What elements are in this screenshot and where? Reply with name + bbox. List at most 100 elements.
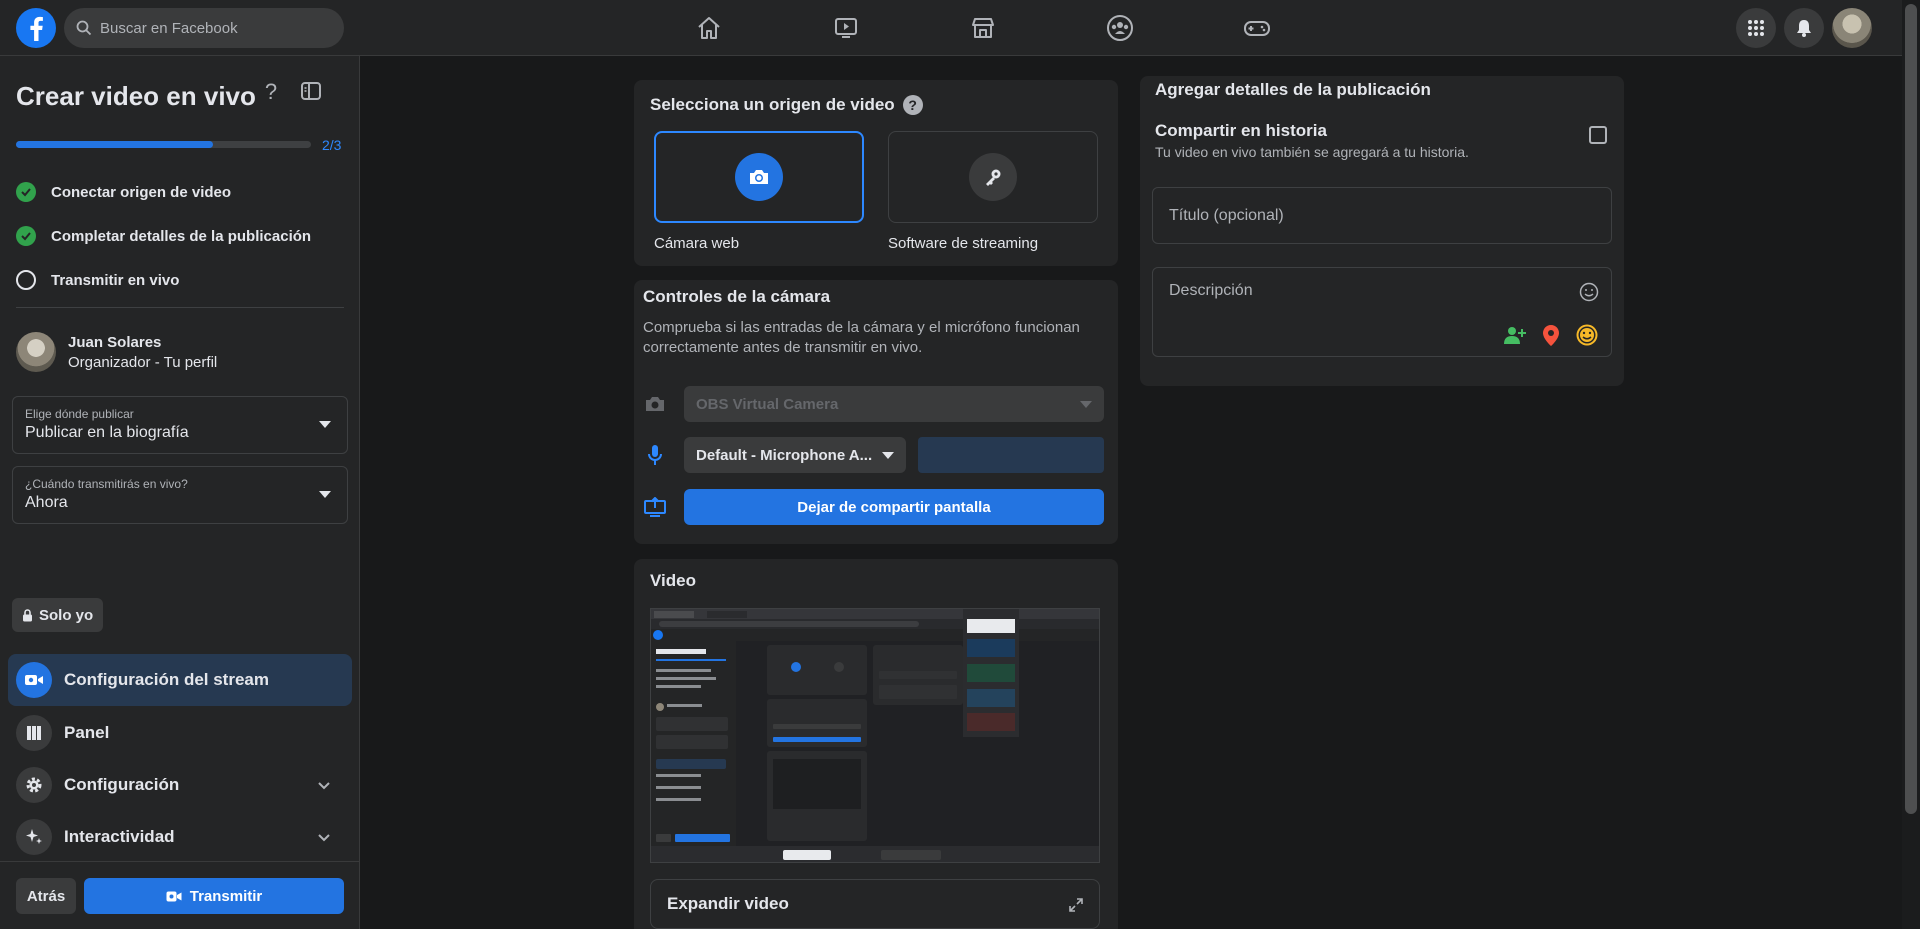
- live-camera-icon: [16, 662, 52, 698]
- camera-description: Comprueba si las entradas de la cámara y…: [643, 319, 1080, 356]
- step-item: Transmitir en vivo: [16, 258, 311, 302]
- source-option-streaming-software[interactable]: [888, 131, 1098, 223]
- when-to-stream-select[interactable]: ¿Cuándo transmitirás en vivo? Ahora: [12, 466, 348, 524]
- menu-stream-settings[interactable]: Configuración del stream: [8, 654, 352, 706]
- emoji-outline-icon[interactable]: [1579, 282, 1599, 302]
- home-icon[interactable]: [640, 0, 777, 56]
- checkmark-icon: [16, 182, 36, 202]
- microphone-level-meter: [918, 437, 1104, 473]
- description-field[interactable]: Descripción: [1152, 267, 1612, 357]
- camera-row: OBS Virtual Camera: [643, 386, 1104, 422]
- empty-circle-icon: [16, 270, 36, 290]
- share-to-story: Compartir en historia Tu video en vivo t…: [1155, 121, 1469, 160]
- microphone-select[interactable]: Default - Microphone A...: [684, 437, 906, 473]
- caret-down-icon: [319, 491, 331, 498]
- feeling-icon[interactable]: [1575, 323, 1599, 347]
- chevron-down-icon: [316, 777, 332, 793]
- caret-down-icon: [882, 452, 894, 459]
- share-to-story-checkbox[interactable]: [1589, 126, 1607, 144]
- expand-icon: [1069, 898, 1083, 912]
- microphone-icon: [643, 443, 667, 467]
- camera-select[interactable]: OBS Virtual Camera: [684, 386, 1104, 422]
- profile-avatar[interactable]: [1832, 8, 1872, 48]
- scrollbar-thumb[interactable]: [1905, 4, 1917, 814]
- caret-down-icon: [319, 421, 331, 428]
- source-label: Software de streaming: [888, 235, 1039, 252]
- checkmark-icon: [16, 226, 36, 246]
- page-scrollbar[interactable]: [1902, 0, 1920, 929]
- back-button[interactable]: Atrás: [16, 878, 76, 914]
- stream-button-label: Transmitir: [189, 887, 263, 905]
- card-title: Video: [650, 571, 696, 590]
- search-input[interactable]: [100, 19, 320, 37]
- dashboard-icon: [16, 715, 52, 751]
- camera-select-value: OBS Virtual Camera: [696, 395, 839, 413]
- select-label: ¿Cuándo transmitirás en vivo?: [25, 477, 188, 491]
- select-label: Elige dónde publicar: [25, 407, 134, 421]
- help-icon[interactable]: ?: [257, 78, 285, 106]
- camera-icon: [643, 392, 667, 416]
- notifications-icon[interactable]: [1784, 8, 1824, 48]
- select-value: Ahora: [25, 494, 68, 511]
- search-bar[interactable]: [64, 8, 344, 48]
- camera-icon: [735, 153, 783, 201]
- caret-down-icon: [1080, 401, 1092, 408]
- menu-grid-icon[interactable]: [1736, 8, 1776, 48]
- collapse-sidebar-icon[interactable]: [300, 80, 324, 104]
- live-sidebar: Crear video en vivo ? 2/3 Conectar orige…: [0, 56, 360, 929]
- facebook-logo-icon[interactable]: [16, 8, 56, 48]
- groups-icon[interactable]: [1051, 0, 1188, 56]
- story-subtitle: Tu video en vivo también se agregará a t…: [1155, 144, 1469, 160]
- user-info: Juan Solares Organizador - Tu perfil: [16, 332, 217, 372]
- sidebar-footer: Atrás Transmitir: [0, 861, 360, 929]
- live-camera-icon: [166, 890, 182, 903]
- title-field[interactable]: Título (opcional): [1152, 187, 1612, 244]
- divider: [16, 307, 344, 308]
- sparkle-icon: [16, 819, 52, 855]
- title-placeholder: Título (opcional): [1169, 206, 1284, 224]
- stream-button[interactable]: Transmitir: [84, 878, 344, 914]
- card-title: Controles de la cámara: [643, 287, 831, 306]
- stop-sharing-button[interactable]: Dejar de compartir pantalla: [684, 489, 1104, 525]
- expand-video-button[interactable]: Expandir video: [650, 879, 1100, 929]
- marketplace-icon[interactable]: [914, 0, 1051, 56]
- progress-fill: [16, 141, 213, 148]
- help-icon[interactable]: ?: [902, 95, 923, 115]
- step-label: Conectar origen de video: [51, 183, 232, 201]
- video-source-card: Selecciona un origen de video ? Cámara w…: [634, 80, 1118, 266]
- story-title: Compartir en historia: [1155, 121, 1327, 140]
- user-role: Organizador - Tu perfil: [68, 353, 218, 371]
- post-details-card: Agregar detalles de la publicación Compa…: [1140, 76, 1624, 386]
- description-placeholder: Descripción: [1169, 282, 1253, 299]
- step-item: Conectar origen de video: [16, 170, 311, 214]
- step-item: Completar detalles de la publicación: [16, 214, 311, 258]
- gear-icon: [16, 767, 52, 803]
- microphone-select-value: Default - Microphone A...: [696, 446, 873, 464]
- user-name: Juan Solares: [68, 333, 162, 351]
- menu-label: Configuración: [64, 775, 180, 794]
- menu-settings[interactable]: Configuración: [8, 759, 352, 811]
- screen-share-row: Dejar de compartir pantalla: [643, 489, 1104, 525]
- menu-label: Interactividad: [64, 827, 175, 846]
- menu-label: Configuración del stream: [64, 670, 269, 689]
- microphone-row: Default - Microphone A...: [643, 437, 1104, 473]
- location-icon[interactable]: [1539, 323, 1563, 347]
- description-actions: [1503, 323, 1599, 347]
- expand-video-label: Expandir video: [667, 894, 789, 913]
- privacy-button[interactable]: Solo yo: [12, 598, 104, 632]
- step-label: Transmitir en vivo: [51, 271, 180, 289]
- camera-controls-card: Controles de la cámara Comprueba si las …: [634, 280, 1118, 544]
- screen-capture-thumbnail: [651, 609, 1099, 862]
- menu-dashboard[interactable]: Panel: [8, 707, 352, 759]
- search-icon: [76, 20, 92, 36]
- main-nav: [640, 0, 1325, 56]
- menu-label: Panel: [64, 723, 110, 742]
- where-to-post-select[interactable]: Elige dónde publicar Publicar en la biog…: [12, 396, 348, 454]
- top-navigation-bar: [0, 0, 1902, 56]
- watch-icon[interactable]: [777, 0, 914, 56]
- video-preview: [650, 608, 1100, 863]
- tag-people-icon[interactable]: [1503, 323, 1527, 347]
- menu-interactivity[interactable]: Interactividad: [8, 811, 352, 863]
- source-option-webcam[interactable]: [654, 131, 864, 223]
- gaming-icon[interactable]: [1188, 0, 1325, 56]
